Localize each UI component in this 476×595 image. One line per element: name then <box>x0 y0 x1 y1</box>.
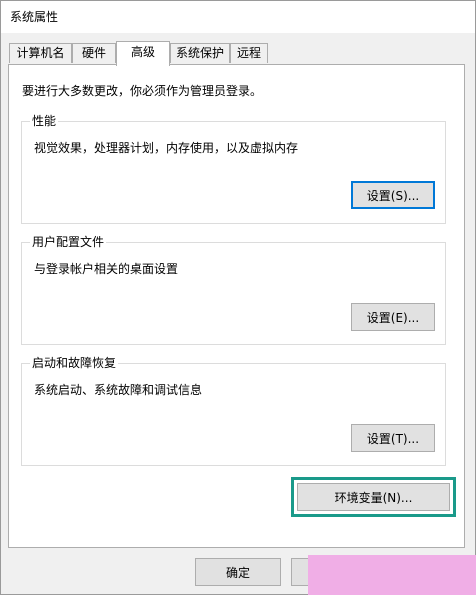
user-profiles-group-title: 用户配置文件 <box>30 234 107 250</box>
tab-advanced[interactable]: 高级 <box>116 41 170 66</box>
startup-recovery-group: 启动和故障恢复 系统启动、系统故障和调试信息 设置(T)... <box>21 355 446 466</box>
title-bar[interactable]: 系统属性 <box>1 1 475 33</box>
ok-button[interactable]: 确定 <box>195 558 281 586</box>
user-profiles-group: 用户配置文件 与登录帐户相关的桌面设置 设置(E)... <box>21 234 446 345</box>
admin-notice: 要进行大多数更改，你必须作为管理员登录。 <box>22 84 263 98</box>
startup-recovery-description: 系统启动、系统故障和调试信息 <box>34 383 203 397</box>
user-profiles-description: 与登录帐户相关的桌面设置 <box>34 262 179 276</box>
environment-variables-button[interactable]: 环境变量(N)... <box>297 483 450 511</box>
startup-recovery-group-title: 启动和故障恢复 <box>30 355 119 371</box>
performance-group: 性能 视觉效果，处理器计划，内存使用，以及虚拟内存 设置(S)... <box>21 113 446 224</box>
performance-settings-button[interactable]: 设置(S)... <box>351 181 435 209</box>
performance-description: 视觉效果，处理器计划，内存使用，以及虚拟内存 <box>34 141 299 155</box>
performance-group-title: 性能 <box>30 113 59 129</box>
tab-remote[interactable]: 远程 <box>230 43 268 63</box>
system-properties-window: 系统属性 计算机名 硬件 高级 系统保护 远程 要进行大多数更改，你必须作为管理… <box>0 0 476 595</box>
user-profiles-settings-button[interactable]: 设置(E)... <box>351 303 435 331</box>
pink-overlay <box>308 555 476 595</box>
window-title: 系统属性 <box>10 10 59 24</box>
tab-computer-name[interactable]: 计算机名 <box>9 43 72 63</box>
startup-recovery-settings-button[interactable]: 设置(T)... <box>351 424 435 452</box>
tab-hardware[interactable]: 硬件 <box>72 43 116 63</box>
tab-system-protection[interactable]: 系统保护 <box>170 43 230 63</box>
